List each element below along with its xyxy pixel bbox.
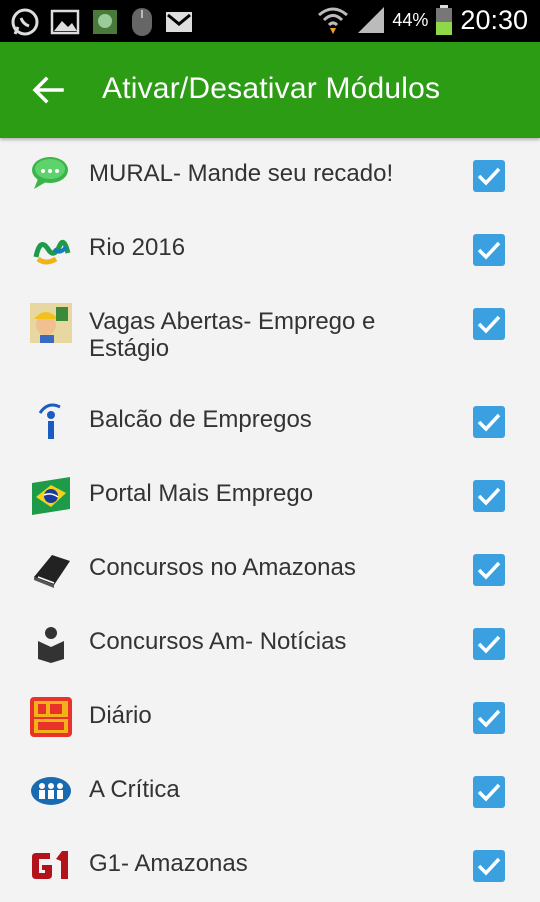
mouse-icon [132,8,152,36]
module-checkbox[interactable] [473,308,505,340]
people-circle-icon [31,777,71,805]
brazil-flag-icon [32,477,70,515]
module-row-vagas[interactable]: Vagas Abertas- Emprego e Estágio [0,286,540,384]
reader-icon [38,627,64,663]
module-checkbox[interactable] [473,234,505,266]
module-label: MURAL- Mande seu recado! [89,160,394,187]
module-row-g1[interactable]: G1- Amazonas [0,828,540,902]
module-checkbox[interactable] [473,702,505,734]
module-checkbox[interactable] [473,554,505,586]
module-checkbox[interactable] [473,480,505,512]
module-label: Concursos Am- Notícias [89,628,347,655]
info-icon [38,403,61,439]
module-label: G1- Amazonas [89,850,248,877]
module-checkbox[interactable] [473,406,505,438]
module-checkbox[interactable] [473,160,505,192]
app-bar: Ativar/Desativar Módulos [0,42,540,138]
module-row-rio2016[interactable]: Rio 2016 [0,212,540,286]
g1-logo-icon [32,851,68,879]
module-row-mural[interactable]: MURAL- Mande seu recado! [0,138,540,212]
app-icon [93,10,117,34]
worker-icon [30,303,72,343]
system-icons: 44% 20:30 [316,4,528,36]
module-checkbox[interactable] [473,776,505,808]
battery-percent: 44% [392,9,429,30]
module-label: Balcão de Empregos [89,406,312,433]
wifi-icon [318,7,349,34]
page-title: Ativar/Desativar Módulos [102,72,441,105]
module-checkbox[interactable] [473,850,505,882]
signal-icon [358,7,385,33]
module-list: MURAL- Mande seu recado! Rio 2016 Vagas … [0,138,540,902]
module-label: Diário [89,702,152,729]
module-label: Concursos no Amazonas [89,554,356,581]
module-label: Portal Mais Emprego [89,480,314,507]
gmail-icon [166,12,192,32]
book-icon [34,555,70,588]
module-label: A Crítica [89,776,180,803]
module-label: Rio 2016 [89,234,186,261]
module-row-portal[interactable]: Portal Mais Emprego [0,458,540,532]
arrow-left-icon[interactable] [30,72,66,108]
rio2016-logo-icon [33,239,71,265]
module-row-balcao[interactable]: Balcão de Empregos [0,384,540,458]
status-bar: 44% 20:30 [0,0,540,42]
gallery-icon [50,9,80,35]
whatsapp-icon [11,8,39,36]
module-row-acritica[interactable]: A Crítica [0,754,540,828]
d24am-logo-icon [30,697,72,737]
module-row-concursos-noticias[interactable]: Concursos Am- Notícias [0,606,540,680]
module-checkbox[interactable] [473,628,505,660]
chat-bubble-icon [32,157,68,189]
module-label: Vagas Abertas- Emprego e Estágio [89,308,376,362]
battery-icon [436,5,453,35]
clock: 20:30 [460,4,528,35]
module-row-concursos-am[interactable]: Concursos no Amazonas [0,532,540,606]
module-row-diario[interactable]: Diário [0,680,540,754]
notification-icons [10,6,194,38]
